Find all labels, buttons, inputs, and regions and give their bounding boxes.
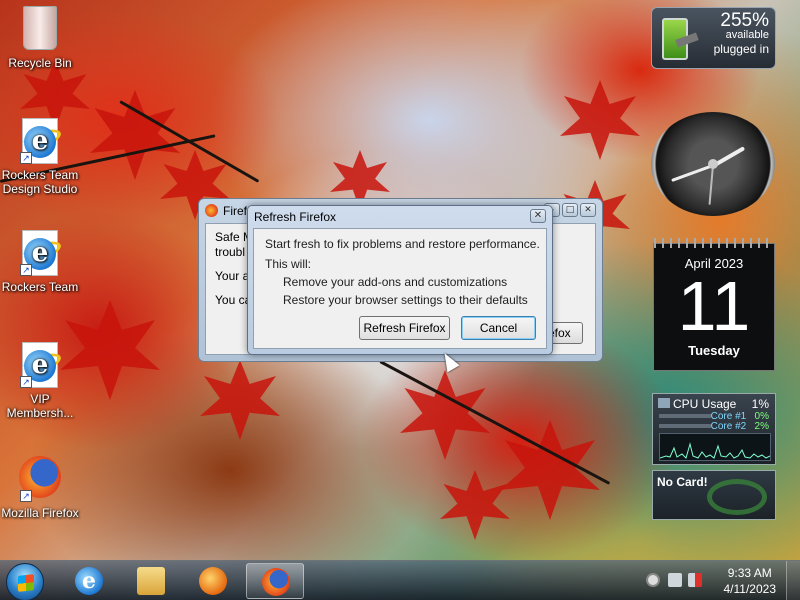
recycle-bin-icon <box>18 6 62 52</box>
firefox-icon <box>205 204 218 217</box>
calendar-weekday: Tuesday <box>688 343 740 358</box>
tray-hidden-icons-icon[interactable] <box>646 573 660 587</box>
dialog-body: Start fresh to fix problems and restore … <box>253 228 547 349</box>
refresh-firefox-dialog[interactable]: Refresh Firefox ✕ Start fresh to fix pro… <box>247 205 553 355</box>
close-button[interactable]: ✕ <box>580 203 596 217</box>
firefox-icon: ↗ <box>18 456 62 502</box>
show-desktop-button[interactable] <box>786 561 800 600</box>
window-text-line: Your a <box>215 269 250 283</box>
desktop-icon-mozilla-firefox[interactable]: ↗ Mozilla Firefox <box>1 456 79 520</box>
desktop-icon-label: Recycle Bin <box>8 56 72 70</box>
window-text-line: You ca <box>215 293 252 307</box>
window-text-line: troubl <box>215 245 246 259</box>
maximize-button[interactable]: □ <box>562 203 578 217</box>
leaf-decoration <box>200 360 280 440</box>
taskbar-time: 9:33 AM <box>727 566 772 580</box>
core1-bar <box>659 414 711 418</box>
dialog-item-restore-settings: Restore your browser settings to their d… <box>283 293 528 307</box>
calendar-day: 11 <box>677 267 751 345</box>
leaf-decoration <box>440 470 510 540</box>
taskbar-date: 4/11/2023 <box>723 582 777 596</box>
cpu-usage-gadget[interactable]: CPU Usage 1% Core #1 0% Core #2 2% <box>652 393 776 465</box>
desktop-icon-rockers-team-design-studio[interactable]: e ↗ Rockers Team Design Studio <box>1 118 79 196</box>
cpu-total: 1% <box>751 397 769 411</box>
start-button[interactable] <box>6 563 44 600</box>
clock-minute-hand <box>671 164 714 182</box>
core2-readout: Core #2 2% <box>711 421 769 432</box>
internet-explorer-icon: e <box>75 567 103 595</box>
desktop-icon-recycle-bin[interactable]: Recycle Bin <box>1 6 79 70</box>
taskbar-item-explorer[interactable] <box>122 563 180 599</box>
dialog-title: Refresh Firefox <box>254 210 337 224</box>
clock-gadget[interactable] <box>651 112 775 216</box>
cpu-graph <box>659 433 771 461</box>
media-player-icon <box>199 567 227 595</box>
battery-available-label: available <box>725 29 769 41</box>
desktop-icon-label: VIP Membersh... <box>6 392 74 420</box>
desktop-icon-label: Rockers Team Design Studio <box>1 168 79 196</box>
volume-muted-icon[interactable] <box>688 573 702 587</box>
clock-second-hand <box>708 164 714 205</box>
desktop-icon-vip-membership[interactable]: e ↗ VIP Membersh... <box>1 342 79 420</box>
calendar-rings <box>654 238 774 248</box>
system-tray: 9:33 AM 4/11/2023 <box>630 561 800 600</box>
taskbar-item-internet-explorer[interactable]: e <box>60 563 118 599</box>
battery-gadget[interactable]: 255% available plugged in <box>651 7 776 69</box>
internet-explorer-shortcut-icon: e ↗ <box>18 342 64 388</box>
desktop-icon-rockers-team[interactable]: e ↗ Rockers Team <box>1 230 79 294</box>
nocard-label: No Card! <box>657 475 708 489</box>
firefox-icon <box>262 568 290 596</box>
internet-explorer-shortcut-icon: e ↗ <box>18 230 64 276</box>
dialog-this-will: This will: <box>265 257 312 271</box>
taskbar-item-media-player[interactable] <box>184 563 242 599</box>
refresh-firefox-button[interactable]: Refresh Firefox <box>359 316 450 340</box>
cpu-title: CPU Usage <box>673 397 737 411</box>
desktop-icon-label: Mozilla Firefox <box>1 506 79 520</box>
core2-bar <box>659 424 711 428</box>
network-icon[interactable] <box>668 573 682 587</box>
core2-label: Core #2 <box>710 421 747 432</box>
cancel-button[interactable]: Cancel <box>461 316 536 340</box>
folder-icon <box>137 567 165 595</box>
windows-logo-icon <box>18 574 34 592</box>
core2-value: 2% <box>754 421 769 432</box>
close-icon[interactable]: ✕ <box>530 209 546 223</box>
battery-status: plugged in <box>713 42 769 56</box>
calendar-gadget[interactable]: April 2023 11 Tuesday <box>653 238 775 371</box>
internet-explorer-shortcut-icon: e ↗ <box>18 118 64 164</box>
cpu-icon <box>658 398 670 408</box>
dialog-message: Start fresh to fix problems and restore … <box>265 237 540 251</box>
taskbar-item-firefox[interactable] <box>246 563 304 599</box>
taskbar: e 9:33 AM 4/11/2023 <box>0 560 800 600</box>
desktop-icon-label: Rockers Team <box>1 280 79 294</box>
dialog-item-remove-addons: Remove your add-ons and customizations <box>283 275 508 289</box>
clock-center <box>708 159 718 169</box>
nvidia-logo-icon <box>707 479 767 515</box>
clock-readout[interactable]: 9:33 AM 4/11/2023 <box>724 565 777 597</box>
leaf-decoration <box>560 80 640 160</box>
graphics-card-gadget[interactable]: No Card! <box>652 470 776 520</box>
